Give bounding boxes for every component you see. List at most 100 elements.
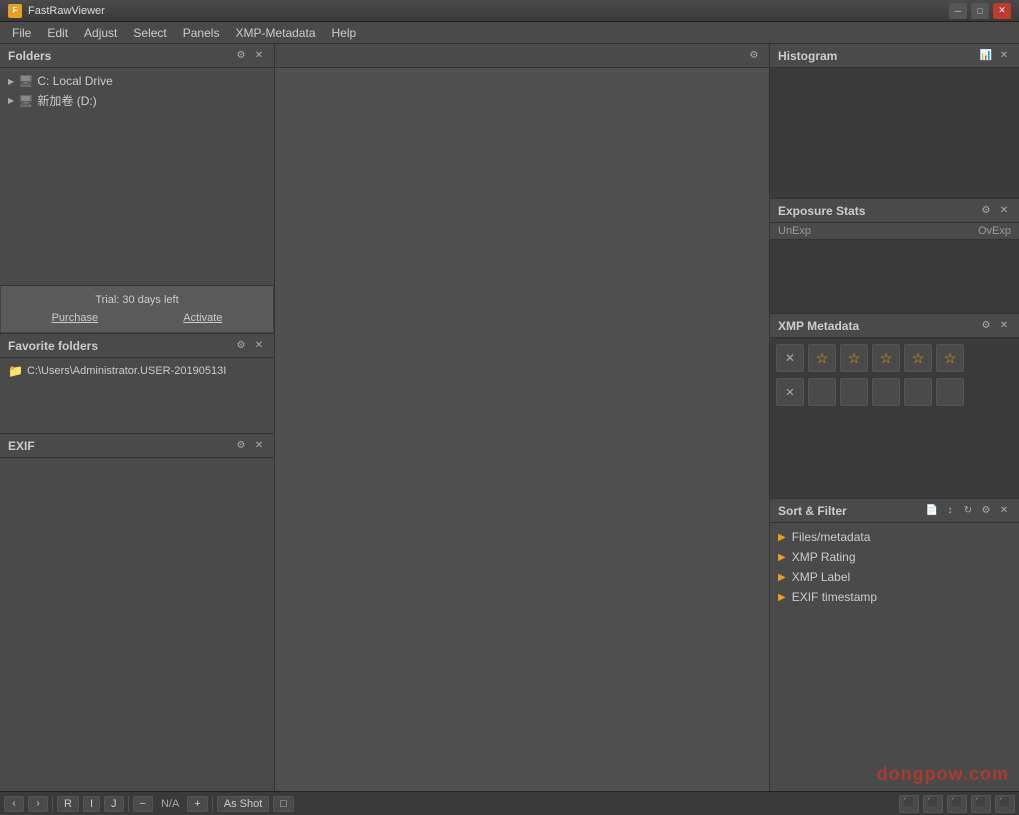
folders-settings-icon[interactable]: ⚙ bbox=[234, 49, 248, 63]
xmp-title: XMP Metadata bbox=[778, 319, 859, 333]
xmp-settings-icon[interactable]: ⚙ bbox=[979, 319, 993, 333]
sort-order-icon[interactable]: ↕ bbox=[943, 504, 957, 518]
drive-icon-d: 🖥 bbox=[18, 94, 33, 108]
xmp-star-1[interactable]: ☆ bbox=[808, 344, 836, 372]
sort-controls: 📄 ↕ ↻ ⚙ ✕ bbox=[925, 504, 1011, 518]
menu-xmp-metadata[interactable]: XMP-Metadata bbox=[227, 24, 323, 42]
favorite-title: Favorite folders bbox=[8, 339, 98, 353]
exif-close-icon[interactable]: ✕ bbox=[252, 439, 266, 453]
trial-text: Trial: 30 days left bbox=[9, 294, 265, 306]
plus-button[interactable]: + bbox=[187, 796, 207, 812]
app-title: FastRawViewer bbox=[28, 5, 105, 17]
title-bar: F FastRawViewer ─ □ ✕ bbox=[0, 0, 1019, 22]
xmp-star-5[interactable]: ☆ bbox=[936, 344, 964, 372]
histogram-close-icon[interactable]: ✕ bbox=[997, 49, 1011, 63]
menu-adjust[interactable]: Adjust bbox=[76, 24, 125, 42]
sort-label-3: EXIF timestamp bbox=[792, 590, 877, 604]
histogram-content bbox=[770, 68, 1019, 198]
unexposed-label: UnExp bbox=[778, 225, 811, 237]
nav-prev-button[interactable]: ‹ bbox=[4, 796, 24, 812]
sort-label-0: Files/metadata bbox=[792, 530, 871, 544]
sort-settings-icon[interactable]: ⚙ bbox=[979, 504, 993, 518]
menu-select[interactable]: Select bbox=[125, 24, 174, 42]
sort-label-1: XMP Rating bbox=[792, 550, 856, 564]
xmp-star-2[interactable]: ☆ bbox=[840, 344, 868, 372]
status-icon-1[interactable]: ⬛ bbox=[899, 795, 919, 813]
menu-panels[interactable]: Panels bbox=[175, 24, 228, 42]
sort-header: Sort & Filter 📄 ↕ ↻ ⚙ ✕ bbox=[770, 499, 1019, 523]
xmp-star-4[interactable]: ☆ bbox=[904, 344, 932, 372]
exposure-settings-icon[interactable]: ⚙ bbox=[979, 204, 993, 218]
xmp-content: ✕ ☆ ☆ ☆ ☆ ☆ ✕ bbox=[770, 338, 1019, 498]
nav-next-button[interactable]: › bbox=[28, 796, 48, 812]
status-icon-4[interactable]: ⬛ bbox=[971, 795, 991, 813]
trial-links: Purchase Activate bbox=[9, 312, 265, 324]
favorite-close-icon[interactable]: ✕ bbox=[252, 339, 266, 353]
sort-item-2[interactable]: ▶ XMP Label bbox=[774, 567, 1015, 587]
exposure-content bbox=[770, 240, 1019, 313]
menu-bar: File Edit Adjust Select Panels XMP-Metad… bbox=[0, 22, 1019, 44]
xmp-label-1[interactable] bbox=[808, 378, 836, 406]
folder-item-d[interactable]: ▶ 🖥 新加卷 (D:) bbox=[4, 90, 270, 111]
center-settings-icon[interactable]: ⚙ bbox=[747, 49, 761, 63]
histogram-chart-icon[interactable]: 📊 bbox=[979, 49, 993, 63]
status-icon-3[interactable]: ⬛ bbox=[947, 795, 967, 813]
favorite-settings-icon[interactable]: ⚙ bbox=[234, 339, 248, 353]
drive-icon-c: 🖥 bbox=[18, 74, 33, 88]
overexposed-label: OvExp bbox=[978, 225, 1011, 237]
xmp-close-icon[interactable]: ✕ bbox=[997, 319, 1011, 333]
r-button[interactable]: R bbox=[57, 796, 79, 812]
sort-arrow-2: ▶ bbox=[778, 572, 786, 583]
histogram-controls: 📊 ✕ bbox=[979, 49, 1011, 63]
j-button[interactable]: J bbox=[104, 796, 124, 812]
sort-label-2: XMP Label bbox=[792, 570, 850, 584]
xmp-panel: XMP Metadata ⚙ ✕ ✕ ☆ ☆ ☆ ☆ ☆ ✕ bbox=[770, 314, 1019, 499]
favorite-header: Favorite folders ⚙ ✕ bbox=[0, 334, 274, 358]
title-bar-left: F FastRawViewer bbox=[8, 4, 105, 18]
activate-link[interactable]: Activate bbox=[183, 312, 222, 324]
xmp-label-2[interactable] bbox=[840, 378, 868, 406]
sort-file-icon[interactable]: 📄 bbox=[925, 504, 939, 518]
maximize-button[interactable]: □ bbox=[971, 3, 989, 19]
favorite-item-0[interactable]: 📁 C:\Users\Administrator.USER-20190513I bbox=[4, 362, 270, 380]
exposure-header: Exposure Stats ⚙ ✕ bbox=[770, 199, 1019, 223]
purchase-link[interactable]: Purchase bbox=[52, 312, 98, 324]
status-icon-2[interactable]: ⬛ bbox=[923, 795, 943, 813]
xmp-label-x[interactable]: ✕ bbox=[776, 378, 804, 406]
minus-button[interactable]: − bbox=[133, 796, 153, 812]
folders-close-icon[interactable]: ✕ bbox=[252, 49, 266, 63]
histogram-title: Histogram bbox=[778, 49, 837, 63]
sort-close-icon[interactable]: ✕ bbox=[997, 504, 1011, 518]
sort-item-1[interactable]: ▶ XMP Rating bbox=[774, 547, 1015, 567]
status-icon-5[interactable]: ⬛ bbox=[995, 795, 1015, 813]
sort-item-0[interactable]: ▶ Files/metadata bbox=[774, 527, 1015, 547]
as-shot-button[interactable]: As Shot bbox=[217, 796, 270, 812]
square-button[interactable]: □ bbox=[273, 796, 294, 812]
xmp-star-3[interactable]: ☆ bbox=[872, 344, 900, 372]
minimize-button[interactable]: ─ bbox=[949, 3, 967, 19]
folder-arrow-c: ▶ bbox=[8, 77, 14, 86]
exposure-close-icon[interactable]: ✕ bbox=[997, 204, 1011, 218]
menu-file[interactable]: File bbox=[4, 24, 39, 42]
i-button[interactable]: I bbox=[83, 796, 100, 812]
status-divider-3 bbox=[212, 796, 213, 812]
sort-arrow-3: ▶ bbox=[778, 592, 786, 603]
favorite-folder-icon: 📁 bbox=[8, 364, 23, 378]
menu-edit[interactable]: Edit bbox=[39, 24, 76, 42]
exif-settings-icon[interactable]: ⚙ bbox=[234, 439, 248, 453]
menu-help[interactable]: Help bbox=[324, 24, 365, 42]
xmp-labels-row: ✕ bbox=[776, 378, 1013, 406]
xmp-label-5[interactable] bbox=[936, 378, 964, 406]
histogram-header: Histogram 📊 ✕ bbox=[770, 44, 1019, 68]
folder-arrow-d: ▶ bbox=[8, 96, 14, 105]
close-button[interactable]: ✕ bbox=[993, 3, 1011, 19]
folder-item-c[interactable]: ▶ 🖥 C: Local Drive bbox=[4, 72, 270, 90]
sort-title: Sort & Filter bbox=[778, 504, 847, 518]
xmp-label-3[interactable] bbox=[872, 378, 900, 406]
xmp-reject-btn[interactable]: ✕ bbox=[776, 344, 804, 372]
center-header: ⚙ bbox=[275, 44, 769, 68]
xmp-label-4[interactable] bbox=[904, 378, 932, 406]
histogram-panel: Histogram 📊 ✕ bbox=[770, 44, 1019, 199]
sort-item-3[interactable]: ▶ EXIF timestamp bbox=[774, 587, 1015, 607]
sort-refresh-icon[interactable]: ↻ bbox=[961, 504, 975, 518]
